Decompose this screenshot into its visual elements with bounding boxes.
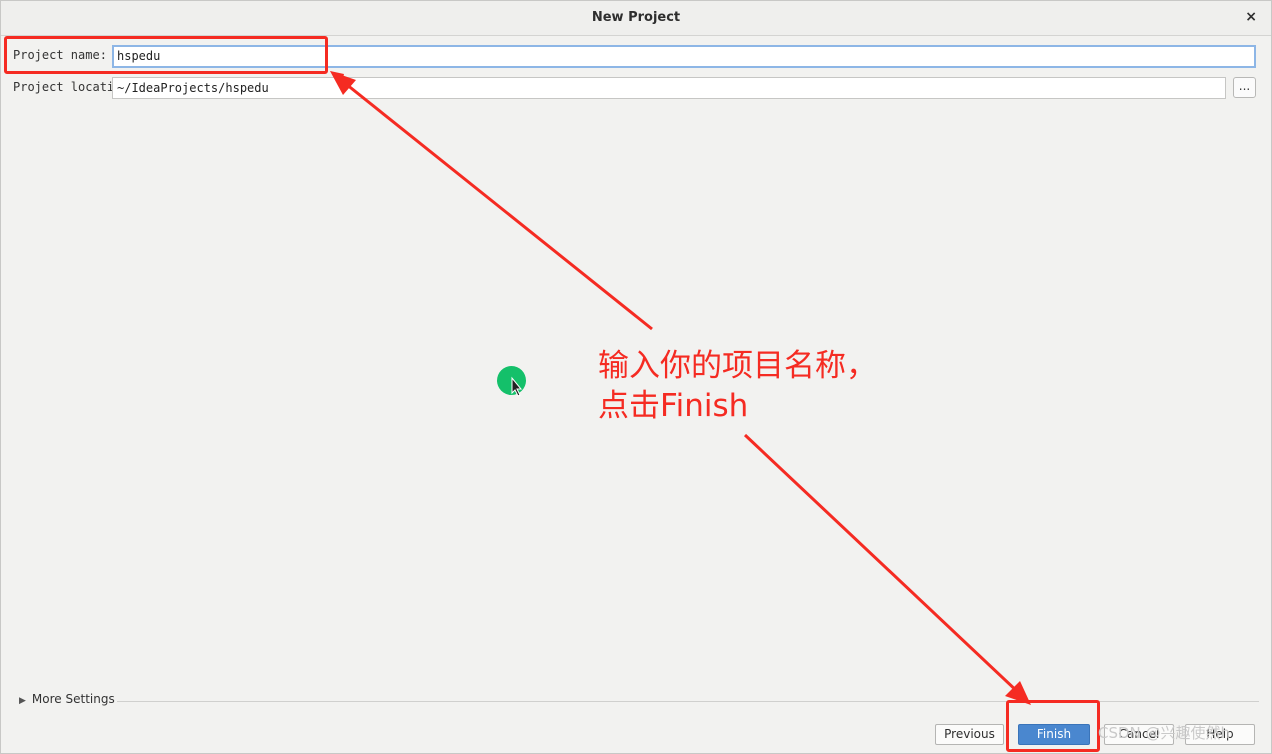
close-button[interactable]: × [1245, 9, 1257, 25]
title-bar: New Project × [1, 1, 1271, 36]
project-location-input[interactable]: ~/IdeaProjects/hspedu [112, 77, 1226, 99]
more-settings-toggle[interactable]: ▶ More Settings [19, 692, 115, 706]
triangle-right-icon: ▶ [19, 696, 26, 706]
csdn-watermark: CSDN @兴趣使然h [1098, 724, 1231, 742]
dialog-title: New Project [591, 10, 681, 25]
cursor-highlight [497, 366, 526, 395]
annotation-instruction: 输入你的项目名称， 点击Finish [598, 346, 877, 426]
annotation-line-2: 点击Finish [598, 388, 749, 424]
more-settings-label: More Settings [31, 692, 115, 706]
annotation-line-1: 输入你的项目名称， [598, 348, 877, 384]
highlight-box-finish [1006, 700, 1100, 752]
previous-button[interactable]: Previous [935, 724, 1004, 745]
highlight-box-project-name [4, 36, 328, 74]
browse-location-button[interactable]: ... [1233, 77, 1256, 98]
